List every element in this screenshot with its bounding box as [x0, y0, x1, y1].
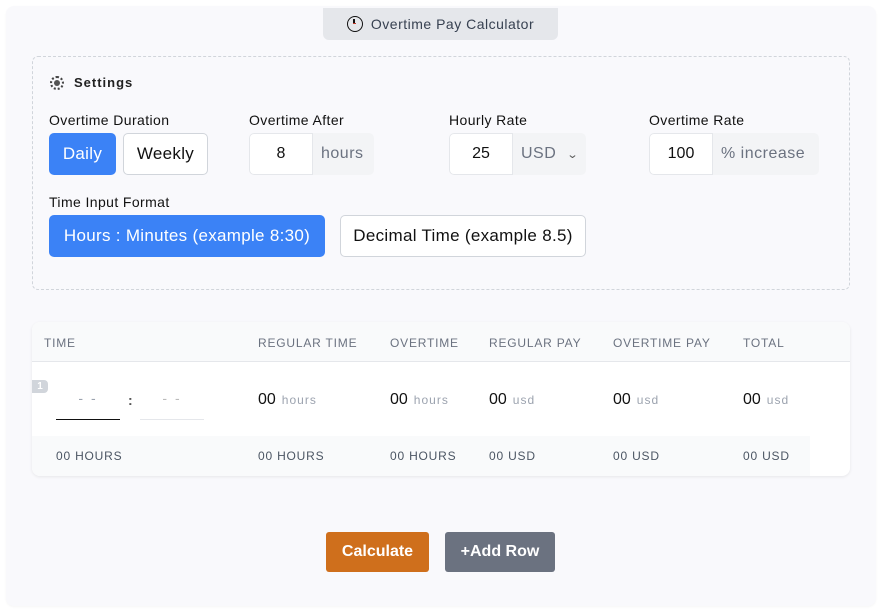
hours-minutes-button[interactable]: Hours : Minutes (example 8:30) — [49, 215, 325, 257]
regular-pay-value: 00 — [489, 391, 507, 408]
clock-icon — [346, 16, 363, 32]
chevron-down-icon: ⌄ — [566, 148, 580, 161]
time-separator: : — [128, 392, 133, 408]
page-container: Overtime Pay Calculator Settings Overtim… — [6, 6, 876, 606]
overtime-rate-unit: % increase — [721, 145, 806, 162]
gear-icon — [50, 75, 64, 90]
time-input-format-label: Time Input Format — [49, 194, 170, 210]
minutes-input[interactable]: - - — [140, 382, 204, 420]
total-cell: 00 usd — [743, 391, 789, 409]
hourly-rate-label: Hourly Rate — [449, 112, 528, 128]
table-footer-totals: 00 HOURS 00 HOURS 00 HOURS 00 USD 00 USD… — [32, 436, 810, 476]
calculate-button[interactable]: Calculate — [326, 532, 429, 572]
total-regular-pay: 00 USD — [489, 449, 536, 463]
regular-pay-unit: usd — [512, 393, 536, 407]
overtime-unit: hours — [413, 393, 449, 407]
overtime-pay-cell: 00 usd — [613, 391, 659, 409]
minutes-placeholder: - - — [162, 390, 182, 406]
hourly-rate-group: 25 USD ⌄ — [449, 133, 586, 175]
header-time: TIME — [44, 336, 76, 350]
grand-total: 00 USD — [743, 449, 790, 463]
results-table: TIME REGULAR TIME OVERTIME REGULAR PAY O… — [32, 322, 850, 476]
settings-panel: Settings Overtime Duration Daily Weekly … — [32, 56, 850, 290]
hours-input[interactable]: - - — [56, 382, 120, 420]
daily-button[interactable]: Daily — [49, 133, 116, 175]
regular-time-unit: hours — [281, 393, 317, 407]
overtime-rate-label: Overtime Rate — [649, 112, 745, 128]
total-unit: usd — [766, 393, 790, 407]
total-overtime: 00 HOURS — [390, 449, 457, 463]
overtime-pay-unit: usd — [636, 393, 660, 407]
total-time: 00 HOURS — [56, 449, 123, 463]
page-title: Overtime Pay Calculator — [370, 16, 535, 32]
overtime-after-unit: hours — [321, 145, 364, 162]
overtime-rate-input[interactable]: 100 — [649, 133, 713, 175]
regular-time-value: 00 — [258, 391, 276, 408]
overtime-after-group: 8 hours — [249, 133, 374, 175]
header-total: TOTAL — [743, 336, 785, 350]
header-overtime-pay: OVERTIME PAY — [613, 336, 711, 350]
settings-header: Settings — [50, 75, 133, 90]
total-value: 00 — [743, 391, 761, 408]
currency-value: USD — [521, 145, 557, 162]
page-title-tab: Overtime Pay Calculator — [323, 8, 558, 40]
total-regular-time: 00 HOURS — [258, 449, 325, 463]
weekly-button[interactable]: Weekly — [123, 133, 208, 175]
table-header: TIME REGULAR TIME OVERTIME REGULAR PAY O… — [32, 322, 850, 362]
overtime-rate-group: 100 % increase — [649, 133, 819, 175]
regular-time-cell: 00 hours — [258, 391, 317, 409]
row-number-badge: 1 — [32, 380, 48, 393]
regular-pay-cell: 00 usd — [489, 391, 535, 409]
overtime-cell: 00 hours — [390, 391, 449, 409]
header-regular-time: REGULAR TIME — [258, 336, 358, 350]
overtime-duration-label: Overtime Duration — [49, 112, 170, 128]
total-overtime-pay: 00 USD — [613, 449, 660, 463]
settings-title: Settings — [74, 75, 134, 90]
overtime-pay-value: 00 — [613, 391, 631, 408]
overtime-after-input[interactable]: 8 — [249, 133, 313, 175]
add-row-button[interactable]: +Add Row — [445, 532, 555, 572]
header-overtime: OVERTIME — [390, 336, 459, 350]
overtime-value: 00 — [390, 391, 408, 408]
decimal-time-button[interactable]: Decimal Time (example 8.5) — [340, 215, 586, 257]
currency-select[interactable]: USD ⌄ — [513, 133, 586, 175]
header-regular-pay: REGULAR PAY — [489, 336, 582, 350]
hours-placeholder: - - — [78, 390, 98, 406]
hourly-rate-input[interactable]: 25 — [449, 133, 513, 175]
overtime-after-label: Overtime After — [249, 112, 345, 128]
